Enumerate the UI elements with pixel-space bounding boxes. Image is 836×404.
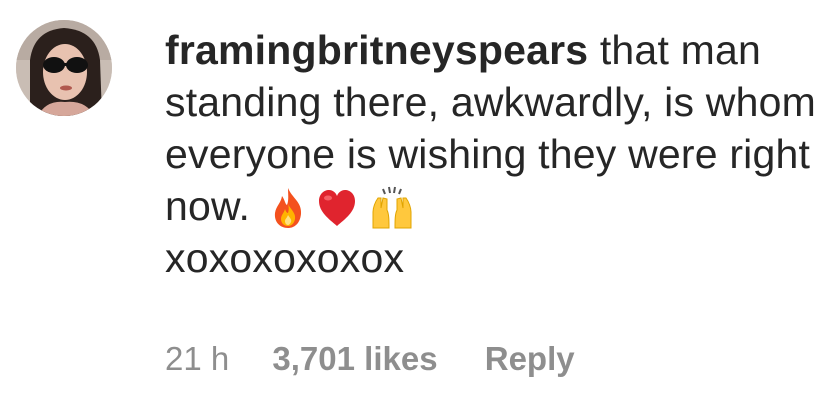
likes-count[interactable]: 3,701 likes: [272, 340, 437, 377]
comment-signoff: xoxoxoxoxox: [165, 235, 405, 281]
emoji-row: [270, 186, 415, 230]
raising-hands-emoji-icon: [372, 186, 412, 229]
comment-body: framingbritneyspears that man standing t…: [165, 24, 825, 284]
profile-photo-icon: [16, 20, 112, 116]
comment-username[interactable]: framingbritneyspears: [165, 27, 588, 73]
comment-timestamp[interactable]: 21 h: [165, 340, 229, 377]
fire-emoji-icon: [274, 188, 301, 228]
red-heart-emoji-icon: [319, 190, 356, 226]
comment-meta: 21 h 3,701 likes Reply: [165, 340, 575, 378]
reply-button[interactable]: Reply: [485, 340, 575, 377]
avatar[interactable]: [16, 20, 112, 116]
comment: framingbritneyspears that man standing t…: [0, 0, 836, 404]
